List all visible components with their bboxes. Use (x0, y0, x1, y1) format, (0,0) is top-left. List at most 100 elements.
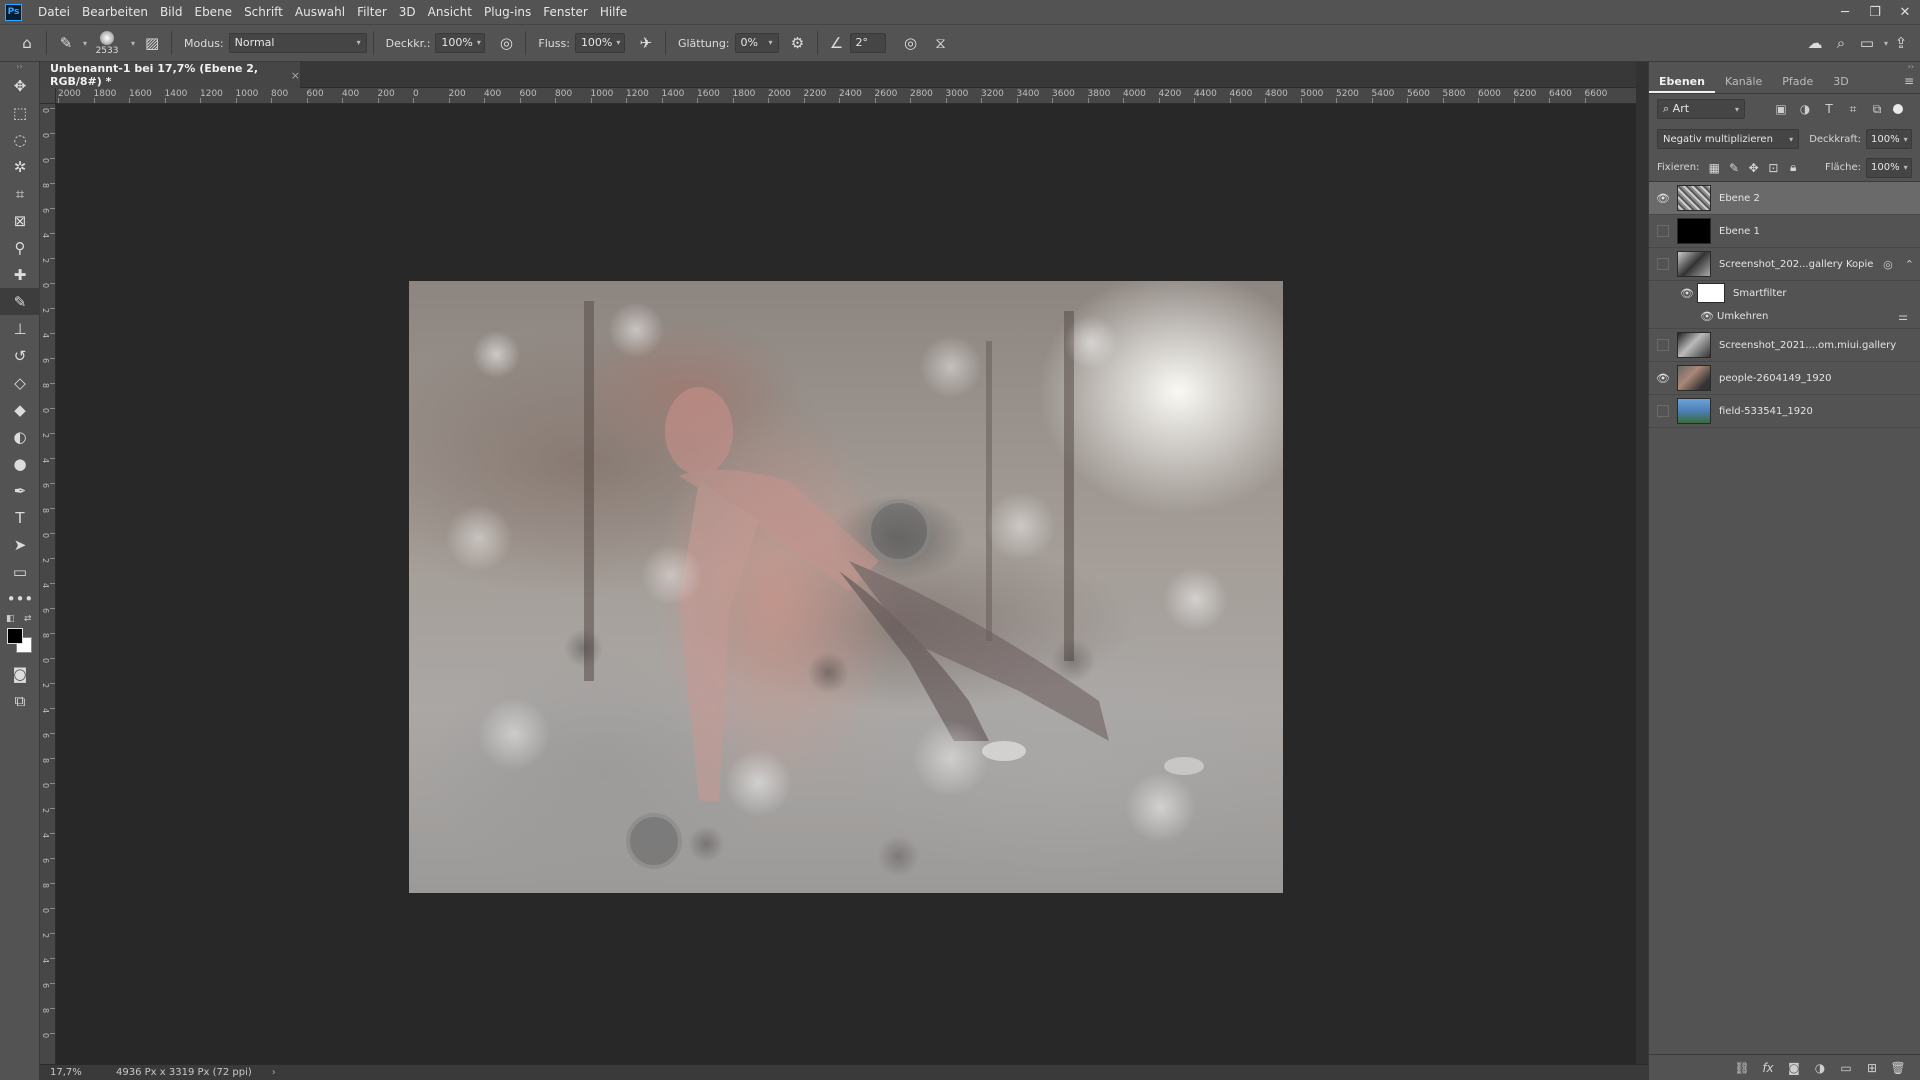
path-selection-icon[interactable]: ➤ (0, 531, 40, 558)
share-icon[interactable]: ⇪ (1888, 30, 1914, 56)
flow-input[interactable]: 100% ▾ (574, 33, 625, 53)
rectangle-shape-icon[interactable]: ▭ (0, 558, 40, 585)
shape-layer-filter-icon[interactable]: ⌗ (1841, 102, 1865, 117)
swap-colors-icon[interactable]: ⇄ (24, 614, 32, 624)
angle-input[interactable]: 2° (849, 33, 886, 53)
menu-plugins[interactable]: Plug-ins (478, 0, 537, 24)
screen-mode-icon[interactable]: ⧉ (0, 687, 40, 714)
layer-row[interactable]: Screenshot_2021....om.miui.gallery (1649, 329, 1920, 362)
lock-all-icon[interactable]: 🔒︎ (1783, 160, 1803, 175)
menu-hilfe[interactable]: Hilfe (594, 0, 633, 24)
status-expand-icon[interactable]: › (272, 1067, 276, 1078)
brush-size-picker[interactable]: 2533 (87, 28, 127, 58)
visibility-eye-icon[interactable]: 👁︎ (1677, 281, 1697, 305)
adjustment-layer-icon[interactable]: ◑ (1807, 1061, 1833, 1075)
layer-row[interactable]: Ebene 1 (1649, 215, 1920, 248)
layer-row[interactable]: Screenshot_202...gallery Kopie ◎ ⌃ (1649, 248, 1920, 281)
link-layers-icon[interactable]: ⛓ (1729, 1061, 1755, 1075)
pixel-layer-filter-icon[interactable]: ▣ (1769, 102, 1793, 117)
clone-stamp-icon[interactable]: ⊥ (0, 315, 40, 342)
smart-object-filter-icon[interactable]: ⧉ (1865, 102, 1889, 117)
adjustment-layer-filter-icon[interactable]: ◑ (1793, 102, 1817, 117)
panel-menu-icon[interactable]: ≡ (1904, 74, 1914, 88)
lasso-icon[interactable]: ◌ (0, 126, 40, 153)
lock-artboard-icon[interactable]: ⊡ (1764, 161, 1784, 175)
smart-filter-mask-thumbnail[interactable] (1697, 283, 1725, 303)
crop-icon[interactable]: ⌗ (0, 180, 40, 207)
tab-ebenen[interactable]: Ebenen (1649, 71, 1715, 93)
menu-ansicht[interactable]: Ansicht (422, 0, 478, 24)
zoom-level[interactable]: 17,7% (40, 1067, 86, 1078)
minimize-button[interactable]: ─ (1830, 0, 1860, 24)
dodge-icon[interactable]: ● (0, 450, 40, 477)
menu-datei[interactable]: Datei (32, 0, 76, 24)
layer-row[interactable]: 👁︎ Ebene 2 (1649, 182, 1920, 215)
menu-ebene[interactable]: Ebene (188, 0, 238, 24)
tab-3d[interactable]: 3D (1823, 71, 1858, 93)
blend-mode-select[interactable]: Negativ multiplizieren ▾ (1657, 129, 1800, 149)
close-window-button[interactable]: ✕ (1890, 0, 1920, 24)
layer-row[interactable]: field-533541_1920 (1649, 395, 1920, 428)
type-layer-filter-icon[interactable]: T (1817, 102, 1841, 117)
visibility-toggle[interactable] (1649, 248, 1677, 281)
mode-select[interactable]: Normal ▾ (228, 33, 367, 53)
chevron-down-icon[interactable]: ▾ (131, 39, 135, 48)
new-group-folder-icon[interactable]: ▭ (1833, 1061, 1859, 1075)
layer-opacity-input[interactable]: 100% ▾ (1866, 129, 1912, 149)
workspace-icon[interactable]: ▭ (1854, 30, 1880, 56)
pen-icon[interactable]: ✒ (0, 477, 40, 504)
new-layer-icon[interactable]: ⊞ (1859, 1061, 1885, 1075)
restore-button[interactable]: ❐ (1860, 0, 1890, 24)
brush-icon[interactable]: ✎ (0, 288, 40, 315)
tab-kanaele[interactable]: Kanäle (1715, 71, 1772, 93)
horizontal-ruler[interactable]: 2000 1800 1600 1400 1200 1000 800 600 400 200 0 200… (56, 88, 1636, 104)
toolbar-grip-icon[interactable]: ›› (0, 62, 39, 72)
home-icon[interactable]: ⌂ (14, 30, 40, 56)
document-tab[interactable]: Unbenannt-1 bei 17,7% (Ebene 2, RGB/8#) … (40, 62, 300, 88)
brush-settings-icon[interactable]: ▨ (139, 30, 165, 56)
move-tool-icon[interactable]: ✥ (0, 72, 40, 99)
menu-auswahl[interactable]: Auswahl (289, 0, 351, 24)
menu-3d[interactable]: 3D (393, 0, 422, 24)
smoothing-input[interactable]: 0% ▾ (734, 33, 779, 53)
ruler-origin[interactable] (40, 88, 56, 104)
layer-row[interactable]: 👁︎ people-2604149_1920 (1649, 362, 1920, 395)
foreground-color-swatch[interactable] (7, 628, 23, 644)
collapse-effects-icon[interactable]: ⌃ (1905, 258, 1914, 271)
filter-blending-options-icon[interactable]: ⚌ (1898, 310, 1908, 323)
type-icon[interactable]: T (0, 504, 40, 531)
paint-bucket-icon[interactable]: ◆ (0, 396, 40, 423)
vertical-ruler[interactable]: 0 0 0 8 6 4 2 0 2 4 6 8 0 2 4 6 8 0 2 4 6 8 0 2 4 6 8 0 2 4 6 8 0 2 4 6 8 0 (40, 104, 56, 1064)
canvas-area[interactable] (56, 104, 1636, 1064)
opacity-input[interactable]: 100% ▾ (435, 33, 486, 53)
filter-toggle-switch[interactable] (1893, 104, 1903, 114)
history-brush-icon[interactable]: ↺ (0, 342, 40, 369)
visibility-toggle[interactable] (1649, 329, 1677, 362)
smart-filter-row[interactable]: 👁︎ Smartfilter (1649, 281, 1920, 305)
blur-icon[interactable]: ◐ (0, 423, 40, 450)
menu-filter[interactable]: Filter (351, 0, 393, 24)
add-mask-icon[interactable]: ◙ (1781, 1061, 1807, 1075)
layer-filter-select[interactable]: ⌕ Art ▾ (1657, 99, 1745, 119)
pressure-size-icon[interactable]: ◎ (898, 30, 924, 56)
tab-pfade[interactable]: Pfade (1772, 71, 1823, 93)
airbrush-icon[interactable]: ✈ (633, 30, 659, 56)
visibility-eye-icon[interactable]: 👁︎ (1649, 182, 1677, 215)
rectangular-marquee-icon[interactable]: ⬚ (0, 99, 40, 126)
menu-bearbeiten[interactable]: Bearbeiten (76, 0, 154, 24)
brush-preset-icon[interactable]: ✎ (53, 30, 79, 56)
visibility-toggle[interactable] (1649, 395, 1677, 428)
healing-brush-icon[interactable]: ✚ (0, 261, 40, 288)
eraser-icon[interactable]: ◇ (0, 369, 40, 396)
more-tools-icon[interactable]: ••• (0, 585, 40, 612)
visibility-eye-icon[interactable]: 👁︎ (1697, 305, 1717, 329)
trash-icon[interactable]: 🗑︎ (1885, 1061, 1911, 1075)
menu-fenster[interactable]: Fenster (537, 0, 594, 24)
visibility-eye-icon[interactable]: 👁︎ (1649, 362, 1677, 395)
lock-position-icon[interactable]: ✥ (1744, 161, 1764, 175)
frame-icon[interactable]: ⊠ (0, 207, 40, 234)
filter-row[interactable]: 👁︎ Umkehren ⚌ (1649, 305, 1920, 329)
symmetry-icon[interactable]: ⧖ (928, 30, 954, 56)
visibility-toggle[interactable] (1649, 215, 1677, 248)
smoothing-settings-gear-icon[interactable]: ⚙ (785, 30, 811, 56)
